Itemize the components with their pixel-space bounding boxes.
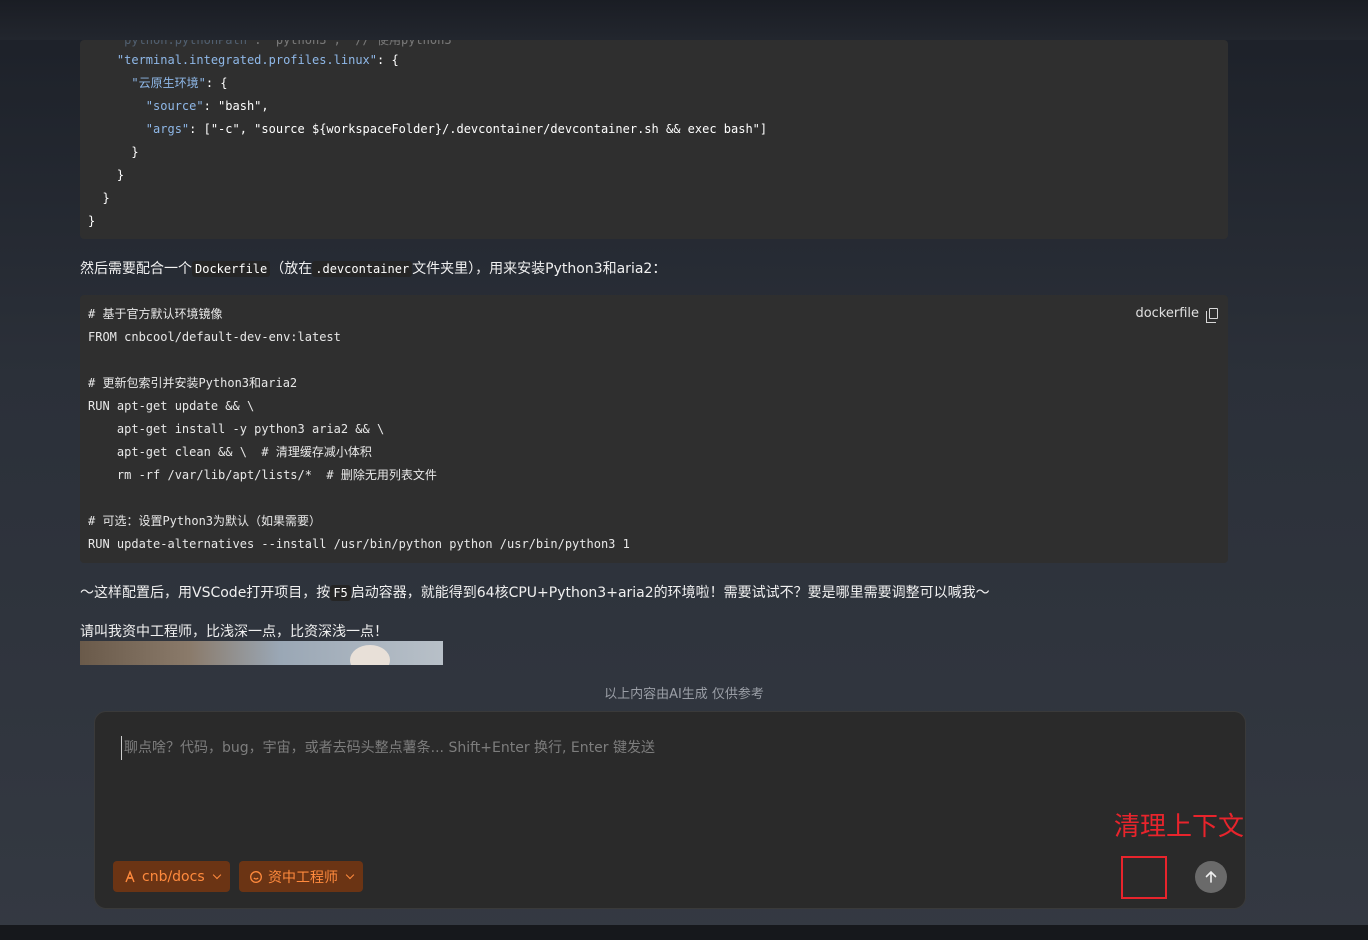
code-key: "云原生环境" [131,76,206,90]
code-line: RUN update-alternatives --install /usr/b… [88,537,630,551]
code-line: apt-get clean && \ # 清理缓存减小体积 [88,445,372,459]
code-text: : "python3", // 使用python3 [254,40,452,47]
repo-selector-label: cnb/docs [142,868,205,885]
code-text: : "bash", [203,99,269,113]
code-text: } [116,168,125,182]
inline-code: F5 [330,585,351,601]
paragraph-text: （放在 [270,261,313,277]
bottom-bar [0,925,1368,940]
chevron-down-icon [212,870,221,879]
code-block-dockerfile: dockerfile # 基于官方默认环境镜像 FROM cnbcool/defa… [80,295,1228,563]
code-line: RUN apt-get update && \ [88,399,255,413]
code-line: "source": "bash", [88,98,269,114]
copy-icon[interactable] [1206,308,1218,323]
robot-icon [123,869,137,884]
code-text: } [88,214,96,228]
code-line: } [88,190,110,206]
code-key: "python.pythonPath" [116,40,255,47]
code-line: # 更新包索引并安装Python3和aria2 [88,376,298,390]
inline-code: Dockerfile [192,261,271,277]
code-line: apt-get install -y python3 aria2 && \ [88,422,385,436]
paragraph-text: 启动容器，就能得到64核CPU+Python3+aria2的环境啦！需要试试不？… [350,585,990,601]
code-block-json: "python.pythonPath": "python3", // 使用pyt… [80,40,1228,239]
top-bar [0,0,1368,40]
code-line: } [88,144,139,160]
code-line: "args": ["-c", "source ${workspaceFolder… [88,121,767,137]
code-line: rm -rf /var/lib/apt/lists/* # 删除无用列表文件 [88,468,437,482]
clear-context-button[interactable] [1121,856,1167,899]
code-line: FROM cnbcool/default-dev-env:latest [88,330,341,344]
code-text: } [102,191,110,205]
paragraph-summary: ～这样配置后，用VSCode打开项目，按 F5 启动容器，就能得到64核CPU+Py… [80,582,990,602]
chat-composer: cnb/docs 资中工程师 清理上下文 [94,711,1246,909]
inline-code: .devcontainer [312,261,413,277]
repo-selector-button[interactable]: cnb/docs [113,861,230,892]
paragraph-text: ～这样配置后，用VSCode打开项目，按 [80,585,331,601]
code-text: : { [205,76,228,90]
paragraph-signature: 请叫我资中工程师，比浅深一点，比资深浅一点！ [80,624,388,640]
code-key: "source" [145,99,204,113]
code-line: "云原生环境": { [88,75,228,91]
code-line: # 基于官方默认环境镜像 [88,307,223,321]
paragraph-text: 文件夹里），用来安装Python3和aria2： [412,261,667,277]
code-key: "args" [145,122,190,136]
send-button[interactable] [1195,861,1227,893]
attached-image [80,641,443,665]
chat-input[interactable] [121,736,1221,760]
code-text: : ["-c", "source ${workspaceFolder}/.dev… [189,122,768,136]
code-key: "terminal.integrated.profiles.linux" [116,53,377,67]
paragraph-text: 然后需要配合一个 [80,261,192,277]
clear-context-annotation: 清理上下文 [1114,812,1245,842]
code-language-label: dockerfile [1135,306,1218,323]
code-line: "python.pythonPath": "python3", // 使用pyt… [88,40,452,48]
code-line: } [88,167,124,183]
code-line: # 可选：设置Python3为默认（如果需要） [88,514,322,528]
code-line: } [88,213,95,229]
chat-bubble-icon [249,870,263,884]
ai-disclaimer: 以上内容由AI生成 仅供参考 [604,687,764,702]
agent-selector-button[interactable]: 资中工程师 [239,861,363,892]
code-line: "terminal.integrated.profiles.linux": { [88,52,399,68]
chevron-down-icon [345,870,355,879]
agent-selector-label: 资中工程师 [268,869,338,886]
image-figure [350,645,390,665]
language-name: dockerfile [1135,306,1199,321]
code-text: : { [377,53,399,67]
arrow-up-icon [1205,870,1217,883]
code-text: } [131,145,139,159]
paragraph-dockerfile-intro: 然后需要配合一个 Dockerfile （放在 .devcontainer 文件夹里），… [80,258,666,278]
